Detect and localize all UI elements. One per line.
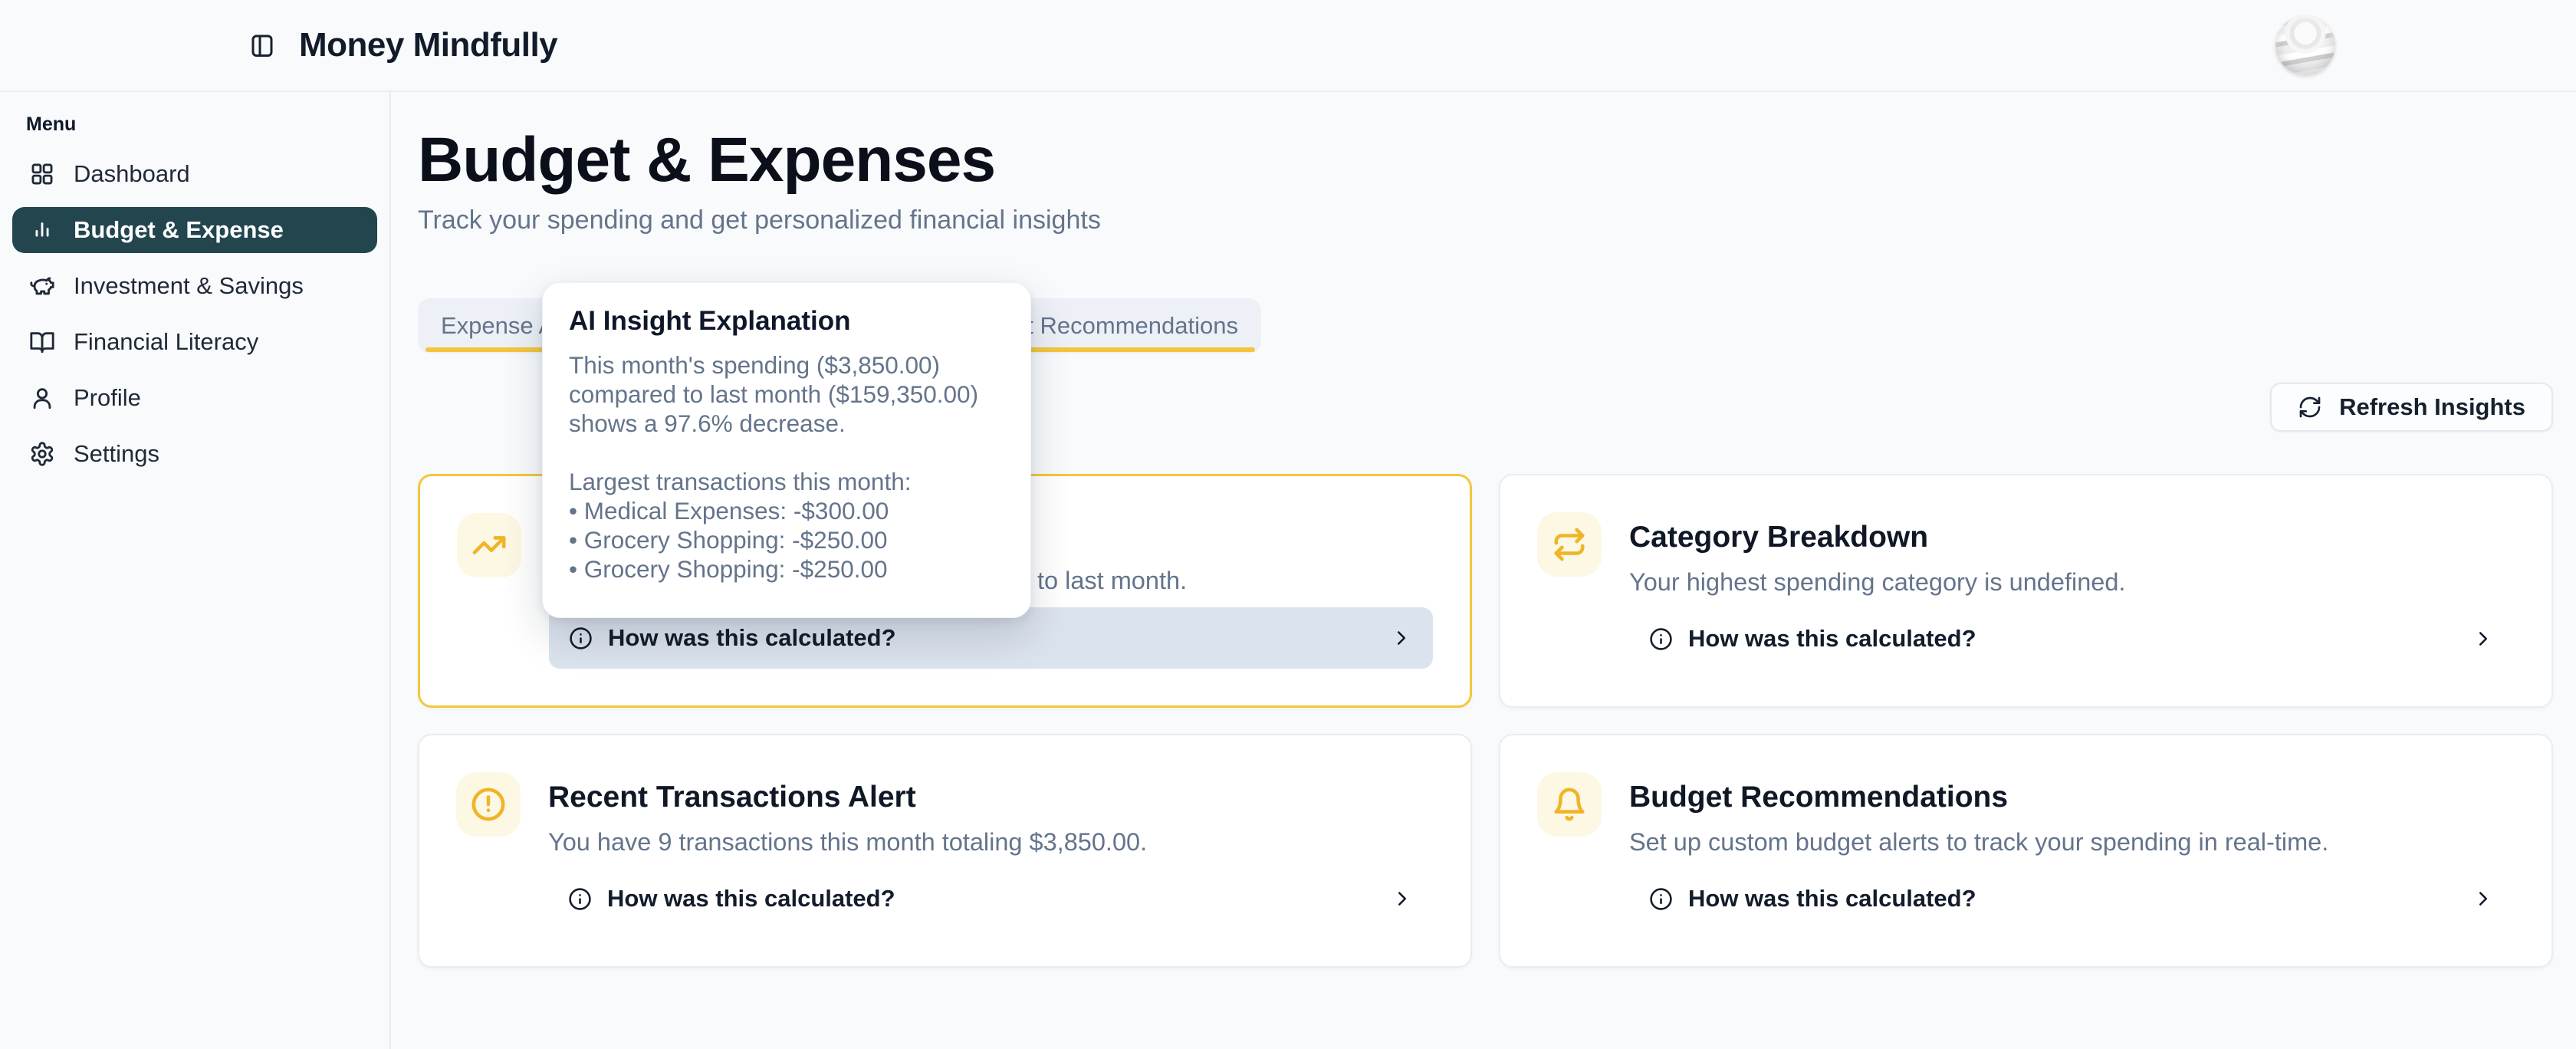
page-subtitle: Track your spending and get personalized…: [418, 206, 2553, 235]
sidebar-section-label: Menu: [26, 113, 389, 136]
tooltip-body: This month's spending ($3,850.00) compar…: [569, 350, 1003, 584]
sidebar-item-financial-literacy[interactable]: Financial Literacy: [12, 319, 377, 365]
page-title: Budget & Expenses: [418, 123, 2553, 198]
card-icon-container: [1537, 772, 1602, 837]
card-title: Category Breakdown: [1629, 520, 2515, 556]
card-budget-recommendations: Budget Recommendations Set up custom bud…: [1499, 734, 2553, 968]
card-icon-container: [1537, 512, 1602, 577]
sidebar-item-investment-savings[interactable]: Investment & Savings: [12, 263, 377, 309]
sidebar-item-label: Budget & Expense: [74, 216, 284, 244]
panel-left-icon: [248, 31, 276, 59]
bell-icon: [1552, 787, 1587, 822]
sidebar-item-label: Profile: [74, 384, 141, 412]
info-icon: [1649, 627, 1673, 651]
sidebar-item-dashboard[interactable]: Dashboard: [12, 151, 377, 197]
app-root: Money Mindfully Menu Dashboard Budget & …: [0, 0, 2576, 1049]
card-description: Your highest spending category is undefi…: [1629, 568, 2515, 597]
gear-icon: [29, 441, 55, 467]
app-header: Money Mindfully: [0, 0, 2576, 92]
sidebar-item-settings[interactable]: Settings: [12, 431, 377, 477]
card-texts: Recent Transactions Alert You have 9 tra…: [548, 772, 1434, 929]
how-calculated-label: How was this calculated?: [607, 885, 895, 913]
card-recent-transactions-alert: Recent Transactions Alert You have 9 tra…: [418, 734, 1472, 968]
chevron-right-icon: [1391, 887, 1414, 910]
sidebar-toggle-button[interactable]: [247, 30, 278, 61]
info-icon: [568, 887, 592, 911]
refresh-insights-button[interactable]: Refresh Insights: [2270, 383, 2553, 432]
app-title: Money Mindfully: [299, 26, 557, 64]
piggy-bank-icon: [29, 273, 55, 299]
card-title: Budget Recommendations: [1629, 780, 2515, 816]
tooltip-bullet: • Grocery Shopping: -$250.00: [569, 554, 1003, 584]
avatar[interactable]: [2275, 15, 2335, 75]
chevron-right-icon: [2472, 887, 2495, 910]
sidebar-item-label: Settings: [74, 440, 159, 468]
sidebar-item-profile[interactable]: Profile: [12, 375, 377, 421]
sidebar-item-budget-expense[interactable]: Budget & Expense: [12, 207, 377, 253]
tooltip-list-header: Largest transactions this month:: [569, 467, 1003, 496]
repeat-icon: [1552, 527, 1587, 562]
sidebar-item-label: Investment & Savings: [74, 272, 304, 300]
card-description: Set up custom budget alerts to track you…: [1629, 828, 2515, 857]
tooltip-bullet: • Grocery Shopping: -$250.00: [569, 525, 1003, 554]
book-open-icon: [29, 329, 55, 355]
how-calculated-row[interactable]: How was this calculated?: [1629, 608, 2515, 669]
dashboard-grid-icon: [29, 161, 55, 187]
user-icon: [29, 385, 55, 411]
chevron-right-icon: [2472, 627, 2495, 650]
tooltip-title: AI Insight Explanation: [569, 306, 1003, 337]
info-icon: [1649, 887, 1673, 911]
card-texts: Category Breakdown Your highest spending…: [1629, 512, 2515, 669]
trending-up-icon: [472, 528, 507, 563]
card-description-fragment: to last month.: [1037, 567, 1187, 595]
card-texts: Budget Recommendations Set up custom bud…: [1629, 772, 2515, 929]
tooltip-bullet: • Medical Expenses: -$300.00: [569, 496, 1003, 525]
sidebar: Menu Dashboard Budget & Expense Investme…: [0, 92, 391, 1049]
chevron-right-icon: [1390, 626, 1413, 649]
bar-chart-icon: [29, 217, 55, 243]
refresh-icon: [2298, 395, 2322, 419]
how-calculated-row[interactable]: How was this calculated?: [1629, 868, 2515, 929]
refresh-insights-label: Refresh Insights: [2339, 393, 2525, 421]
info-icon: [569, 626, 593, 650]
alert-circle-icon: [471, 787, 506, 822]
sidebar-item-label: Dashboard: [74, 160, 190, 188]
how-calculated-row[interactable]: How was this calculated?: [548, 868, 1434, 929]
how-calculated-label: How was this calculated?: [608, 624, 896, 652]
card-icon-container: [457, 513, 521, 577]
card-description: You have 9 transactions this month total…: [548, 828, 1434, 857]
tooltip-paragraph: This month's spending ($3,850.00) compar…: [569, 350, 1003, 438]
sidebar-item-label: Financial Literacy: [74, 328, 258, 356]
card-title: Recent Transactions Alert: [548, 780, 1434, 816]
card-category-breakdown: Category Breakdown Your highest spending…: [1499, 474, 2553, 708]
how-calculated-label: How was this calculated?: [1688, 885, 1976, 913]
how-calculated-label: How was this calculated?: [1688, 625, 1976, 653]
card-icon-container: [456, 772, 521, 837]
ai-insight-tooltip: AI Insight Explanation This month's spen…: [542, 282, 1031, 618]
